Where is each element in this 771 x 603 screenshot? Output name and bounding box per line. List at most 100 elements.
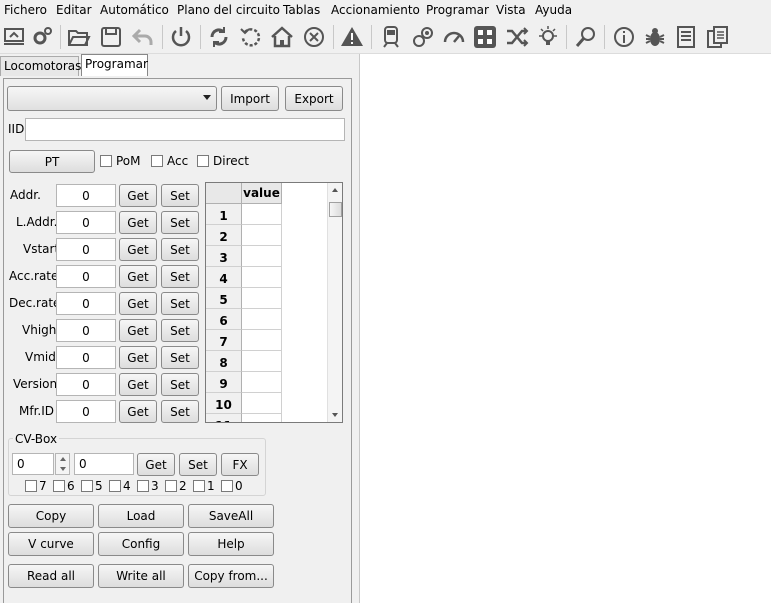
- warning-icon[interactable]: [338, 23, 366, 51]
- get-button[interactable]: Get: [119, 292, 157, 315]
- bit-checkbox[interactable]: [137, 480, 149, 492]
- write-all-button[interactable]: Write all: [98, 564, 184, 588]
- table-row-header[interactable]: 3: [206, 246, 242, 267]
- menu-ayuda[interactable]: Ayuda: [535, 2, 572, 18]
- config-button[interactable]: Config: [98, 532, 184, 556]
- accessory-icon[interactable]: [409, 23, 437, 51]
- table-row-header[interactable]: 8: [206, 351, 242, 372]
- tab-programar[interactable]: Programar: [81, 54, 148, 76]
- cv-row-value[interactable]: 0: [56, 184, 116, 207]
- table-row-header[interactable]: 9: [206, 372, 242, 393]
- export-button[interactable]: Export: [285, 86, 343, 111]
- connect-icon[interactable]: [0, 23, 28, 51]
- set-button[interactable]: Set: [161, 346, 199, 369]
- search-icon[interactable]: [572, 23, 600, 51]
- menu-programar[interactable]: Programar: [426, 2, 489, 18]
- copy-button[interactable]: Copy: [8, 504, 94, 528]
- train-icon[interactable]: [377, 23, 405, 51]
- cv-table[interactable]: value 1 2 3 4 5 6 7 8 9 10 11: [205, 182, 343, 423]
- get-button[interactable]: Get: [119, 238, 157, 261]
- help-button[interactable]: Help: [188, 532, 274, 556]
- cv-number-spinner[interactable]: 0: [12, 453, 54, 475]
- table-scrollbar[interactable]: [327, 183, 342, 422]
- table-cell[interactable]: [242, 246, 282, 267]
- table-row-header[interactable]: 4: [206, 267, 242, 288]
- decoder-select[interactable]: [7, 86, 217, 111]
- table-cell[interactable]: [242, 288, 282, 309]
- pom-checkbox[interactable]: [100, 155, 112, 167]
- bit-checkbox[interactable]: [165, 480, 177, 492]
- light-bulb-icon[interactable]: [534, 23, 562, 51]
- cv-row-value[interactable]: 0: [56, 400, 116, 423]
- get-button[interactable]: Get: [119, 319, 157, 342]
- set-button[interactable]: Set: [161, 319, 199, 342]
- cv-row-value[interactable]: 0: [56, 373, 116, 396]
- spin-up-icon[interactable]: [60, 457, 66, 461]
- set-button[interactable]: Set: [161, 211, 199, 234]
- table-row-header[interactable]: 5: [206, 288, 242, 309]
- table-cell[interactable]: [242, 351, 282, 372]
- blocks-icon[interactable]: [471, 23, 499, 51]
- table-cell[interactable]: [242, 267, 282, 288]
- table-cell[interactable]: [242, 309, 282, 330]
- reset-icon[interactable]: [237, 23, 265, 51]
- table-cell[interactable]: [242, 414, 282, 422]
- read-all-button[interactable]: Read all: [8, 564, 94, 588]
- menu-plano-del-circuito[interactable]: Plano del circuito: [177, 2, 280, 18]
- direct-checkbox[interactable]: [197, 155, 209, 167]
- bit-checkbox[interactable]: [53, 480, 65, 492]
- cv-row-value[interactable]: 0: [56, 319, 116, 342]
- documents-icon[interactable]: [704, 23, 732, 51]
- table-cell[interactable]: [242, 204, 282, 225]
- bit-checkbox[interactable]: [193, 480, 205, 492]
- cv-value-field[interactable]: 0: [74, 453, 134, 475]
- cvbox-get-button[interactable]: Get: [137, 453, 175, 476]
- menu-accionamiento[interactable]: Accionamiento: [331, 2, 420, 18]
- pt-button[interactable]: PT: [9, 150, 95, 173]
- tab-locomotoras[interactable]: Locomotoras: [0, 56, 81, 76]
- acc-checkbox[interactable]: [151, 155, 163, 167]
- menu-fichero[interactable]: Fichero: [4, 2, 47, 18]
- spin-down-icon[interactable]: [60, 467, 66, 471]
- scroll-down-icon[interactable]: [332, 413, 338, 417]
- sync-icon[interactable]: [205, 23, 233, 51]
- table-row-header[interactable]: 6: [206, 309, 242, 330]
- set-button[interactable]: Set: [161, 265, 199, 288]
- set-button[interactable]: Set: [161, 373, 199, 396]
- copy-from-button[interactable]: Copy from...: [188, 564, 274, 588]
- get-button[interactable]: Get: [119, 184, 157, 207]
- cv-row-value[interactable]: 0: [56, 238, 116, 261]
- cv-row-value[interactable]: 0: [56, 265, 116, 288]
- stop-icon[interactable]: [300, 23, 328, 51]
- load-button[interactable]: Load: [98, 504, 184, 528]
- settings-icon[interactable]: [28, 23, 56, 51]
- menu-automatico[interactable]: Automático: [100, 2, 169, 18]
- table-cell[interactable]: [242, 372, 282, 393]
- get-button[interactable]: Get: [119, 373, 157, 396]
- power-icon[interactable]: [167, 23, 195, 51]
- table-row-header[interactable]: 1: [206, 204, 242, 225]
- bit-checkbox[interactable]: [109, 480, 121, 492]
- bit-checkbox[interactable]: [25, 480, 37, 492]
- shuffle-icon[interactable]: [503, 23, 531, 51]
- table-cell[interactable]: [242, 225, 282, 246]
- list-icon[interactable]: [672, 23, 700, 51]
- menu-tablas[interactable]: Tablas: [283, 2, 320, 18]
- scroll-up-icon[interactable]: [332, 188, 338, 192]
- scroll-thumb[interactable]: [329, 202, 342, 217]
- bit-checkbox[interactable]: [81, 480, 93, 492]
- info-icon[interactable]: [610, 23, 638, 51]
- menu-editar[interactable]: Editar: [56, 2, 92, 18]
- save-all-button[interactable]: SaveAll: [188, 504, 274, 528]
- get-button[interactable]: Get: [119, 265, 157, 288]
- set-button[interactable]: Set: [161, 400, 199, 423]
- import-button[interactable]: Import: [221, 86, 279, 111]
- bit-checkbox[interactable]: [221, 480, 233, 492]
- undo-icon[interactable]: [129, 23, 157, 51]
- cv-row-value[interactable]: 0: [56, 292, 116, 315]
- set-button[interactable]: Set: [161, 292, 199, 315]
- fx-button[interactable]: FX: [221, 453, 259, 476]
- get-button[interactable]: Get: [119, 400, 157, 423]
- cvbox-set-button[interactable]: Set: [179, 453, 217, 476]
- bug-icon[interactable]: [641, 23, 669, 51]
